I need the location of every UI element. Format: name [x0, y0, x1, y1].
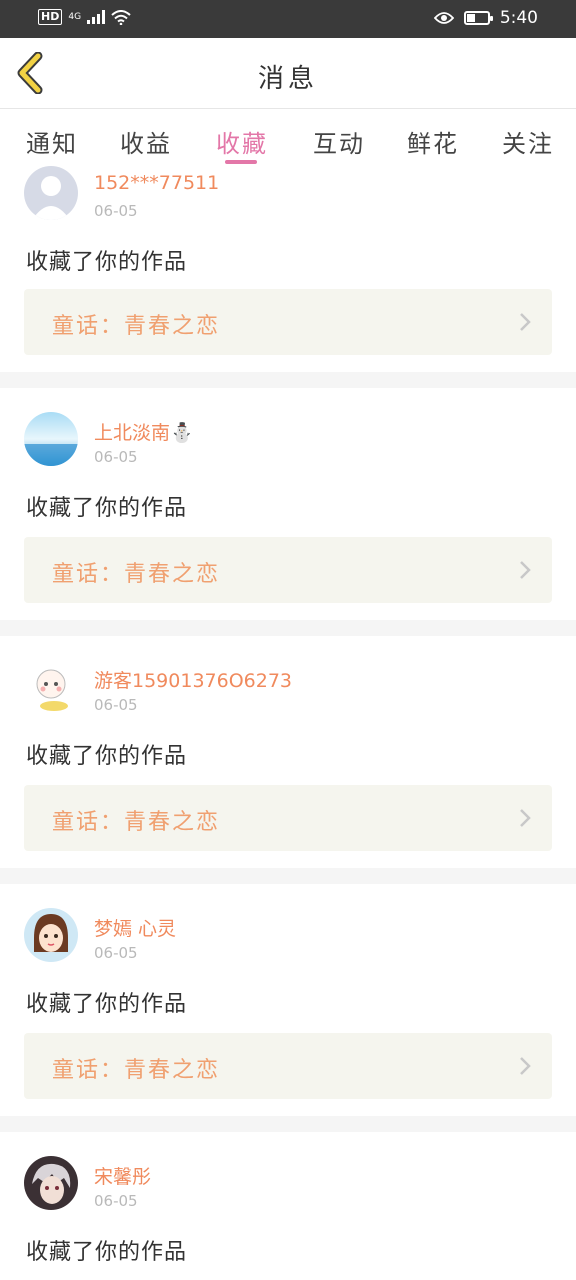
username[interactable]: 宋馨彤	[94, 1162, 151, 1189]
message-date: 06-05	[94, 202, 138, 220]
divider	[0, 868, 576, 884]
work-title: 童话：青春之恋	[52, 562, 221, 587]
username[interactable]: 152***77511	[94, 172, 219, 194]
chevron-right-icon	[520, 1057, 531, 1075]
tab-earnings[interactable]: 收益	[120, 124, 172, 159]
work-title: 童话：青春之恋	[52, 314, 221, 339]
status-left: HD 4G	[38, 9, 131, 25]
girl-avatar-icon	[24, 908, 78, 962]
work-title: 童话：青春之恋	[52, 1058, 221, 1083]
message-date: 06-05	[94, 696, 138, 714]
tab-favorites[interactable]: 收藏	[216, 124, 268, 159]
signal-icon	[87, 10, 106, 24]
username[interactable]: 梦嫣 心灵	[94, 914, 176, 941]
username[interactable]: 上北淡南⛄	[94, 418, 194, 445]
work-title: 童话：青春之恋	[52, 810, 221, 835]
chevron-right-icon	[520, 313, 531, 331]
message-text: 收藏了你的作品	[26, 496, 188, 521]
chevron-right-icon	[520, 561, 531, 579]
divider	[0, 372, 576, 388]
message-date: 06-05	[94, 448, 138, 466]
status-right: 5:40	[433, 8, 538, 28]
message-item: 梦嫣 心灵 06-05 收藏了你的作品 童话：青春之恋	[0, 884, 576, 1116]
message-date: 06-05	[94, 944, 138, 962]
message-item: 上北淡南⛄ 06-05 收藏了你的作品 童话：青春之恋	[0, 388, 576, 620]
active-tab-indicator	[225, 160, 257, 164]
cartoon-avatar-icon	[24, 660, 78, 714]
message-text: 收藏了你的作品	[26, 744, 188, 769]
message-text: 收藏了你的作品	[26, 250, 188, 275]
default-avatar-icon	[24, 166, 78, 220]
status-bar: HD 4G 5:40	[0, 0, 576, 38]
avatar[interactable]	[24, 908, 78, 962]
message-item: 152***77511 06-05 收藏了你的作品 童话：青春之恋	[0, 166, 576, 372]
eye-icon	[433, 12, 454, 24]
message-item: 游客15901376O6273 06-05 收藏了你的作品 童话：青春之恋	[0, 636, 576, 868]
tab-flowers[interactable]: 鲜花	[407, 124, 459, 159]
status-time: 5:40	[499, 8, 538, 28]
work-card[interactable]: 童话：青春之恋	[24, 785, 552, 851]
tab-interactions[interactable]: 互动	[313, 124, 365, 159]
anime-avatar-icon	[24, 1156, 78, 1210]
work-card[interactable]: 童话：青春之恋	[24, 289, 552, 355]
battery-icon	[463, 11, 493, 25]
message-date: 06-05	[94, 1192, 138, 1210]
avatar[interactable]	[24, 1156, 78, 1210]
message-text: 收藏了你的作品	[26, 1240, 188, 1265]
message-item: 宋馨彤 06-05 收藏了你的作品	[0, 1132, 576, 1280]
divider	[0, 620, 576, 636]
avatar[interactable]	[24, 660, 78, 714]
network-type: 4G	[68, 12, 82, 22]
username[interactable]: 游客15901376O6273	[94, 666, 292, 693]
header: 消息	[0, 38, 576, 109]
work-card[interactable]: 童话：青春之恋	[24, 1033, 552, 1099]
message-text: 收藏了你的作品	[26, 992, 188, 1017]
divider	[0, 1116, 576, 1132]
avatar[interactable]	[24, 166, 78, 220]
chevron-right-icon	[520, 809, 531, 827]
sky-avatar-icon	[24, 412, 78, 466]
page-title: 消息	[257, 64, 318, 94]
wifi-icon	[111, 9, 131, 25]
tab-notifications[interactable]: 通知	[26, 124, 78, 159]
hd-badge: HD	[38, 9, 63, 25]
work-card[interactable]: 童话：青春之恋	[24, 537, 552, 603]
avatar[interactable]	[24, 412, 78, 466]
tab-following[interactable]: 关注	[502, 124, 554, 159]
tab-bar: 通知 收益 收藏 互动 鲜花 关注	[0, 110, 576, 166]
